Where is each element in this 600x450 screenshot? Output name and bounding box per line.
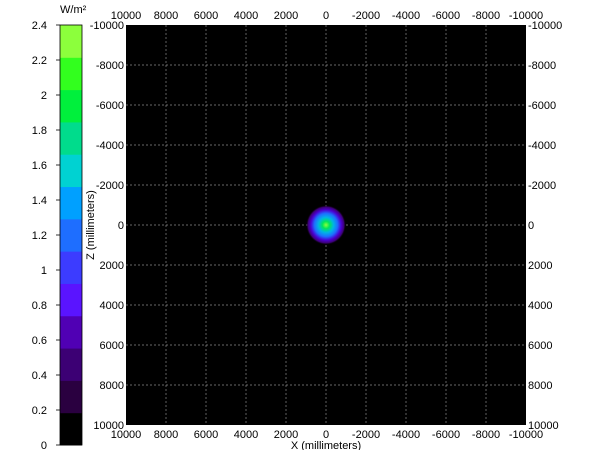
colorbar-tick-label: 2.2: [32, 55, 47, 67]
z-tick-label: 8000: [528, 380, 552, 392]
colorbar-segment: [60, 154, 82, 188]
colorbar-tick-label: 0.8: [32, 300, 47, 312]
colorbar-tick-label: 2.4: [32, 20, 47, 32]
x-tick-label: 8000: [154, 10, 178, 22]
x-tick-label: -6000: [432, 429, 460, 441]
z-tick-label: 10000: [93, 420, 124, 432]
x-tick-label: -8000: [472, 10, 500, 22]
colorbar: 0 0.2 0.4 0.6 0.8 1 1.2 1.4 1.6 1.8 2 2.2 2.4: [32, 20, 83, 450]
colorbar-unit: W/m²: [60, 4, 87, 16]
colorbar-segment: [60, 283, 82, 317]
z-tick-label: -10000: [90, 20, 124, 32]
colorbar-tick-label: 0.4: [32, 370, 47, 382]
x-ticks-top: 10000 8000 6000 4000 2000 0 -2000 -4000 -6000 -80…: [111, 10, 543, 22]
x-tick-label: 8000: [154, 429, 178, 441]
colorbar-segment: [60, 348, 82, 381]
z-ticks-right: -10000 -8000 -6000 -4000 -2000 0 2000 4000 6000 8…: [528, 20, 562, 432]
z-tick-label: 0: [528, 220, 534, 232]
colorbar-segment: [60, 218, 82, 252]
colorbar-segment: [60, 186, 82, 220]
x-tick-label: 6000: [194, 10, 218, 22]
z-tick-label: -6000: [96, 100, 124, 112]
x-tick-label: 4000: [234, 10, 258, 22]
colorbar-tick-label: 0: [41, 440, 47, 450]
irradiance-plot: 0 0.2 0.4 0.6 0.8 1 1.2 1.4 1.6 1.8 2 2.2 2.4 W/m² 1…: [32, 4, 563, 450]
colorbar-tick-label: 1: [41, 265, 47, 277]
z-tick-label: -4000: [96, 140, 124, 152]
x-axis-label: X (millimeters): [291, 440, 361, 450]
z-tick-label: -6000: [528, 100, 556, 112]
colorbar-segment: [60, 121, 82, 155]
z-tick-label: 8000: [100, 380, 124, 392]
colorbar-tick-label: 0.2: [32, 405, 47, 417]
x-tick-label: -8000: [472, 429, 500, 441]
z-tick-label: 4000: [528, 300, 552, 312]
x-tick-label: 4000: [234, 429, 258, 441]
x-tick-label: -2000: [352, 10, 380, 22]
colorbar-segment: [60, 89, 82, 123]
z-tick-label: 0: [118, 220, 124, 232]
z-tick-label: 2000: [100, 260, 124, 272]
colorbar-tick-label: 0.6: [32, 335, 47, 347]
z-tick-label: -10000: [528, 20, 562, 32]
z-tick-label: 2000: [528, 260, 552, 272]
z-tick-label: -8000: [528, 60, 556, 72]
x-tick-label: 0: [323, 10, 329, 22]
x-tick-label: 2000: [274, 10, 298, 22]
colorbar-segment: [60, 57, 82, 91]
z-tick-label: 4000: [100, 300, 124, 312]
z-tick-label: 10000: [528, 420, 559, 432]
z-tick-label: -2000: [528, 180, 556, 192]
colorbar-tick-label: 1.2: [32, 230, 47, 242]
colorbar-segment: [60, 251, 82, 284]
colorbar-tick-label: 1.8: [32, 125, 47, 137]
colorbar-tick-label: 2: [41, 90, 47, 102]
colorbar-segment: [60, 315, 82, 349]
z-axis-label: Z (millimeters): [85, 190, 97, 260]
colorbar-tick-label: 1.6: [32, 160, 47, 172]
colorbar-segment: [60, 412, 82, 446]
x-tick-label: 6000: [194, 429, 218, 441]
z-tick-label: 6000: [528, 340, 552, 352]
colorbar-segment: [60, 380, 82, 414]
z-tick-label: -8000: [96, 60, 124, 72]
x-tick-label: -6000: [432, 10, 460, 22]
colorbar-tick-label: 1.4: [32, 195, 47, 207]
colorbar-segment: [60, 25, 82, 58]
irradiance-spot: [306, 205, 346, 245]
z-tick-label: 6000: [100, 340, 124, 352]
x-tick-label: -4000: [392, 10, 420, 22]
z-tick-label: -4000: [528, 140, 556, 152]
x-tick-label: -4000: [392, 429, 420, 441]
z-tick-label: -2000: [96, 180, 124, 192]
